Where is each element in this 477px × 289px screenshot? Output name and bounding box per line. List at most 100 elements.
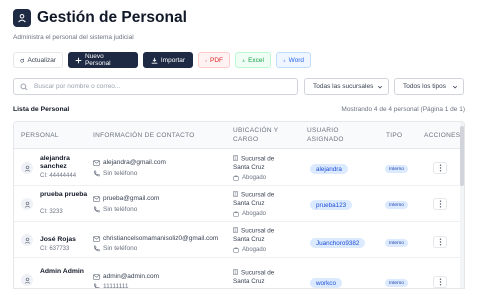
person-ci: CI: 44444444 <box>40 173 77 179</box>
type-select[interactable]: Todos los tipos <box>394 78 464 95</box>
contact-email: prueba@gmail.com <box>93 195 159 202</box>
role-label: Abogado <box>242 175 267 181</box>
phone-icon <box>94 206 100 213</box>
avatar-icon <box>21 234 33 246</box>
phone-text: Sin teléfono <box>103 170 138 177</box>
phone-icon <box>94 245 100 252</box>
person-name: José Rojas <box>40 236 76 243</box>
person-ci: CI: 637733 <box>40 246 70 252</box>
import-button[interactable]: Importar <box>143 52 193 68</box>
chevron-down-icon <box>452 85 458 88</box>
person-name: alejandra sanchez <box>40 155 70 170</box>
row-actions-button[interactable] <box>433 162 447 174</box>
download-icon <box>283 58 286 62</box>
pagination-summary: Mostrando 4 de 4 personal (Página 1 de 1… <box>341 106 465 113</box>
table-row: Admin Admin admin@admin.com 11111111 Suc… <box>14 262 464 289</box>
user-icon <box>13 9 31 27</box>
location-text: Sucursal de Santa Cruz <box>233 227 283 244</box>
chevron-down-icon <box>377 85 383 88</box>
phone-text: Sin teléfono <box>103 245 138 252</box>
type-badge: Interno <box>385 201 408 209</box>
role-text: Abogado <box>233 247 266 253</box>
branch-select[interactable]: Todas las sucursales <box>304 78 389 95</box>
row-actions-button[interactable] <box>433 198 447 210</box>
contact-phone: 11111111 <box>93 283 129 289</box>
export-pdf-button[interactable]: PDF <box>198 52 230 68</box>
phone-icon <box>94 283 100 288</box>
plus-icon <box>75 57 82 63</box>
table-row: alejandra sanchez CI: 44444444 alejandra… <box>14 150 464 186</box>
import-label: Importar <box>160 56 186 64</box>
type-select-value: Todos los tipos <box>403 83 446 90</box>
role-text: Abogado <box>233 175 266 181</box>
search-icon <box>20 82 28 91</box>
location-label: Sucursal de Santa Cruz <box>233 269 275 285</box>
person-name: prueba prueba <box>40 191 88 198</box>
user-badge: alejandra <box>310 164 348 174</box>
row-actions-button[interactable] <box>433 276 447 288</box>
mail-icon <box>93 273 100 280</box>
refresh-icon <box>20 58 25 62</box>
download-icon <box>151 57 158 64</box>
list-title: Lista de Personal <box>13 106 70 113</box>
col-actions: ACCIONES <box>424 132 461 139</box>
col-contact: INFORMACIÓN DE CONTACTO <box>93 132 195 139</box>
toolbar: Actualizar Nuevo Personal Importar PDF E… <box>13 52 311 68</box>
page-subtitle: Administra el personal del sistema judic… <box>13 34 134 41</box>
mail-icon <box>93 159 100 166</box>
email-text: admin@admin.com <box>103 273 160 280</box>
search-box[interactable] <box>13 78 298 95</box>
personal-table: PERSONAL INFORMACIÓN DE CONTACTO UBICACI… <box>13 121 465 289</box>
person-name: Admin Admin <box>40 268 84 275</box>
pdf-label: PDF <box>210 56 223 64</box>
branch-select-value: Todas las sucursales <box>313 83 374 90</box>
role-text: Abogado <box>233 211 266 217</box>
search-input[interactable] <box>34 83 284 90</box>
person-ci: CI: 3233 <box>40 209 63 215</box>
col-personal: PERSONAL <box>21 132 59 139</box>
user-badge: workco <box>310 278 342 288</box>
user-badge: Juanchoro9382 <box>310 238 366 248</box>
refresh-button[interactable]: Actualizar <box>13 52 63 68</box>
building-icon <box>233 191 238 197</box>
row-actions-button[interactable] <box>433 236 447 248</box>
table-header: PERSONAL INFORMACIÓN DE CONTACTO UBICACI… <box>14 122 464 149</box>
page-title: Gestión de Personal <box>37 9 187 26</box>
word-label: Word <box>288 56 304 64</box>
scrollbar-thumb[interactable] <box>460 126 464 186</box>
phone-text: 11111111 <box>103 283 129 289</box>
more-vertical-icon <box>439 200 441 208</box>
email-text: prueba@gmail.com <box>103 195 160 202</box>
email-text: christiancelsomamanisoliz0@gmail.com <box>103 235 219 242</box>
col-location: UBICACIÓN Y CARGO <box>233 127 279 143</box>
download-icon <box>242 58 245 62</box>
more-vertical-icon <box>439 278 441 286</box>
email-text: alejandra@gmail.com <box>103 159 166 166</box>
role-label: Abogado <box>242 211 267 217</box>
location-text: Sucursal de Santa Cruz <box>233 191 283 208</box>
briefcase-icon <box>233 247 239 253</box>
building-icon <box>233 269 238 275</box>
more-vertical-icon <box>439 164 441 172</box>
table-row: prueba prueba CI: 3233 prueba@gmail.com … <box>14 186 464 222</box>
building-icon <box>233 227 238 233</box>
location-text: Sucursal de Santa Cruz <box>233 155 283 172</box>
briefcase-icon <box>233 211 239 217</box>
location-label: Sucursal de Santa Cruz <box>233 191 275 207</box>
location-label: Sucursal de Santa Cruz <box>233 227 275 243</box>
location-text: Sucursal de Santa Cruz <box>233 269 283 286</box>
col-user: USUARIO ASIGNADO <box>307 127 344 143</box>
type-badge: Interno <box>385 165 408 173</box>
export-word-button[interactable]: Word <box>276 52 311 68</box>
new-personal-button[interactable]: Nuevo Personal <box>68 52 138 68</box>
type-badge: Interno <box>385 239 408 247</box>
export-excel-button[interactable]: Excel <box>235 52 271 68</box>
contact-email: admin@admin.com <box>93 273 159 280</box>
table-row: José Rojas CI: 637733 christiancelsomama… <box>14 222 464 258</box>
table-scrollbar[interactable] <box>460 122 464 288</box>
briefcase-icon <box>233 175 239 181</box>
avatar-icon <box>21 274 33 286</box>
role-label: Abogado <box>242 247 267 253</box>
more-vertical-icon <box>439 238 441 246</box>
contact-phone: Sin teléfono <box>93 206 137 213</box>
